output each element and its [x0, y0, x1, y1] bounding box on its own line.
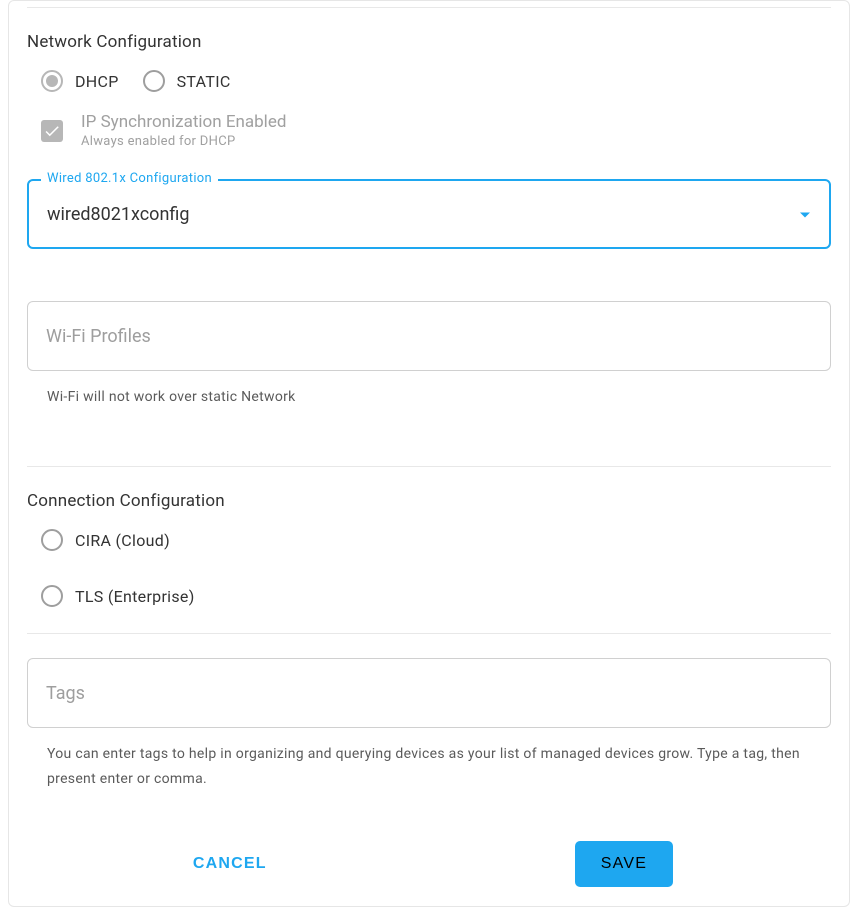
tags-helper-text: You can enter tags to help in organizing… [47, 742, 831, 792]
settings-card: Network Configuration DHCP STATIC IP Syn… [8, 0, 850, 907]
tags-input[interactable]: Tags [27, 658, 831, 728]
wifi-helper-text: Wi-Fi will not work over static Network [47, 385, 831, 410]
cira-radio[interactable]: CIRA (Cloud) [41, 529, 170, 551]
ip-sync-texts: IP Synchronization Enabled Always enable… [81, 112, 286, 149]
tags-placeholder: Tags [46, 683, 85, 704]
network-mode-radio-group: DHCP STATIC [27, 70, 831, 92]
ip-sync-checkbox[interactable] [41, 120, 63, 142]
static-radio[interactable]: STATIC [143, 70, 231, 92]
radio-unselected-icon [143, 70, 165, 92]
tls-radio-label: TLS (Enterprise) [75, 587, 195, 606]
ip-sync-checkbox-row: IP Synchronization Enabled Always enable… [27, 112, 831, 149]
static-radio-label: STATIC [177, 72, 231, 91]
radio-selected-icon [41, 70, 63, 92]
cira-radio-label: CIRA (Cloud) [75, 531, 170, 550]
connection-config-title: Connection Configuration [27, 491, 831, 511]
check-icon [43, 122, 61, 140]
wifi-profiles-input[interactable]: Wi-Fi Profiles [27, 301, 831, 371]
divider [27, 466, 831, 467]
wired-8021x-label: Wired 802.1x Configuration [41, 171, 218, 186]
cira-radio-row: CIRA (Cloud) [27, 529, 831, 551]
tls-radio[interactable]: TLS (Enterprise) [41, 585, 195, 607]
dhcp-radio[interactable]: DHCP [41, 70, 119, 92]
cancel-button[interactable]: CANCEL [185, 845, 275, 883]
tls-radio-row: TLS (Enterprise) [27, 585, 831, 607]
divider [27, 633, 831, 634]
radio-unselected-icon [41, 585, 63, 607]
wired-8021x-value: wired8021xconfig [47, 204, 189, 225]
radio-unselected-icon [41, 529, 63, 551]
form-actions: CANCEL SAVE [27, 841, 831, 887]
ip-sync-sublabel: Always enabled for DHCP [81, 134, 286, 149]
wired-8021x-select[interactable]: Wired 802.1x Configuration wired8021xcon… [27, 179, 831, 249]
network-config-title: Network Configuration [27, 32, 831, 52]
ip-sync-label: IP Synchronization Enabled [81, 112, 286, 132]
wifi-profiles-placeholder: Wi-Fi Profiles [46, 326, 151, 347]
save-button[interactable]: SAVE [575, 841, 673, 887]
divider [27, 7, 831, 8]
dhcp-radio-label: DHCP [75, 72, 119, 91]
chevron-down-icon [799, 205, 811, 224]
